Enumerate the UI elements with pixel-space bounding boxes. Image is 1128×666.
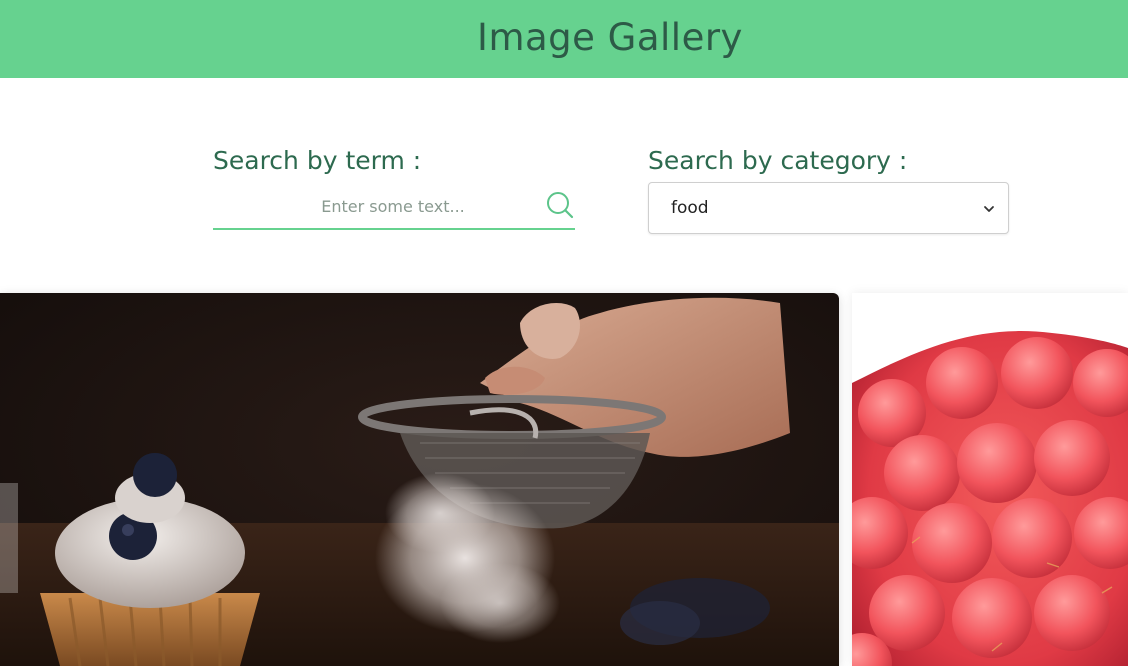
search-category-label: Search by category : bbox=[648, 146, 908, 175]
search-input[interactable] bbox=[213, 184, 533, 228]
page-header: Image Gallery bbox=[0, 0, 1128, 78]
search-icon[interactable] bbox=[545, 190, 575, 220]
chevron-down-icon bbox=[982, 201, 996, 215]
category-select[interactable]: food bbox=[648, 182, 1009, 234]
search-term-label: Search by term : bbox=[213, 146, 422, 175]
search-term-field bbox=[213, 184, 575, 230]
gallery-image-sugar-sifting bbox=[0, 293, 839, 666]
gallery-image-card[interactable] bbox=[852, 293, 1128, 666]
gallery-image-raspberry bbox=[852, 293, 1128, 666]
gallery-image-card[interactable] bbox=[0, 293, 839, 666]
page-title: Image Gallery bbox=[477, 16, 743, 59]
category-select-value: food bbox=[671, 198, 709, 218]
